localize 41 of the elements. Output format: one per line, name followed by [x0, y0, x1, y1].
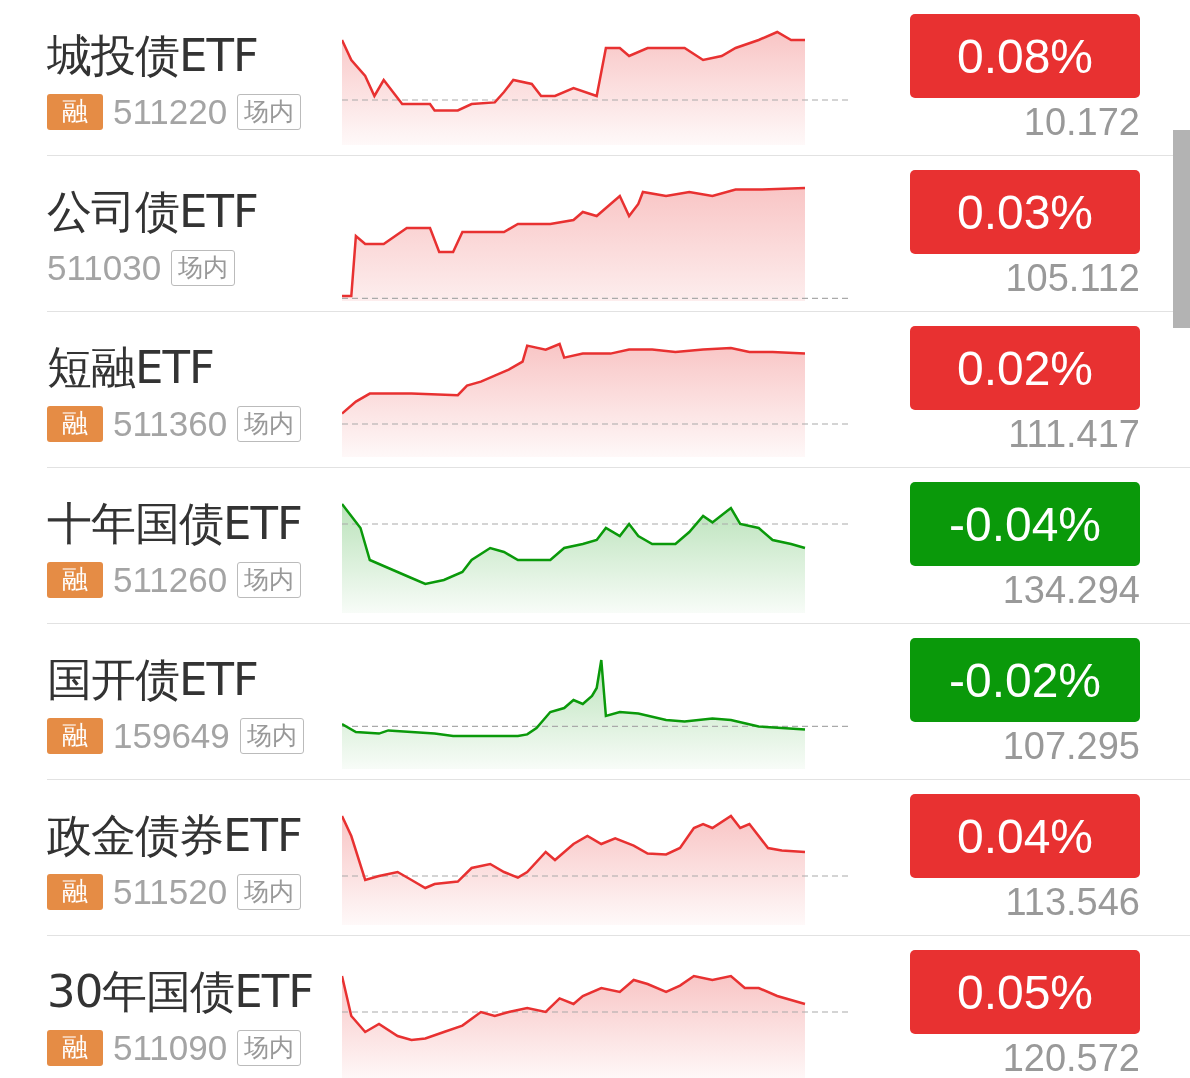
fund-code: 159649: [113, 715, 230, 756]
fund-name: 政金债券ETF: [47, 807, 303, 864]
fund-name: 公司债ETF: [47, 183, 259, 240]
venue-tag: 场内: [237, 405, 302, 442]
price: 111.417: [1008, 412, 1140, 456]
change-badge: 0.05%: [910, 950, 1140, 1034]
margin-tag: 融: [47, 873, 103, 910]
fund-name: 国开债ETF: [47, 651, 259, 708]
fund-code: 511220: [113, 91, 228, 132]
venue-tag: 场内: [237, 93, 302, 130]
fund-code: 511090: [113, 1027, 228, 1068]
fund-name: 30年国债ETF: [47, 963, 315, 1020]
margin-tag: 融: [47, 717, 103, 754]
price: 113.546: [1005, 880, 1140, 924]
change-badge: -0.04%: [910, 482, 1140, 566]
price: 10.172: [1023, 100, 1140, 144]
fund-code: 511030: [47, 247, 162, 288]
fund-code: 511520: [113, 871, 228, 912]
margin-tag: 融: [47, 405, 103, 442]
fund-name: 城投债ETF: [47, 27, 259, 84]
price: 107.295: [1002, 724, 1140, 768]
change-badge: 0.04%: [910, 794, 1140, 878]
margin-tag: 融: [47, 93, 103, 130]
venue-tag: 场内: [171, 249, 236, 286]
fund-code: 511360: [113, 403, 228, 444]
price: 120.572: [1002, 1036, 1140, 1078]
venue-tag: 场内: [237, 873, 302, 910]
margin-tag: 融: [47, 1029, 103, 1066]
change-badge: -0.02%: [910, 638, 1140, 722]
fund-name: 十年国债ETF: [47, 495, 303, 552]
change-badge: 0.03%: [910, 170, 1140, 254]
margin-tag: 融: [47, 561, 103, 598]
venue-tag: 场内: [237, 561, 302, 598]
fund-code: 511260: [113, 559, 228, 600]
price: 134.294: [1002, 568, 1140, 612]
change-badge: 0.02%: [910, 326, 1140, 410]
change-badge: 0.08%: [910, 14, 1140, 98]
venue-tag: 场内: [237, 1029, 302, 1066]
venue-tag: 场内: [239, 717, 304, 754]
fund-name: 短融ETF: [47, 339, 215, 396]
price: 105.112: [1005, 256, 1140, 300]
